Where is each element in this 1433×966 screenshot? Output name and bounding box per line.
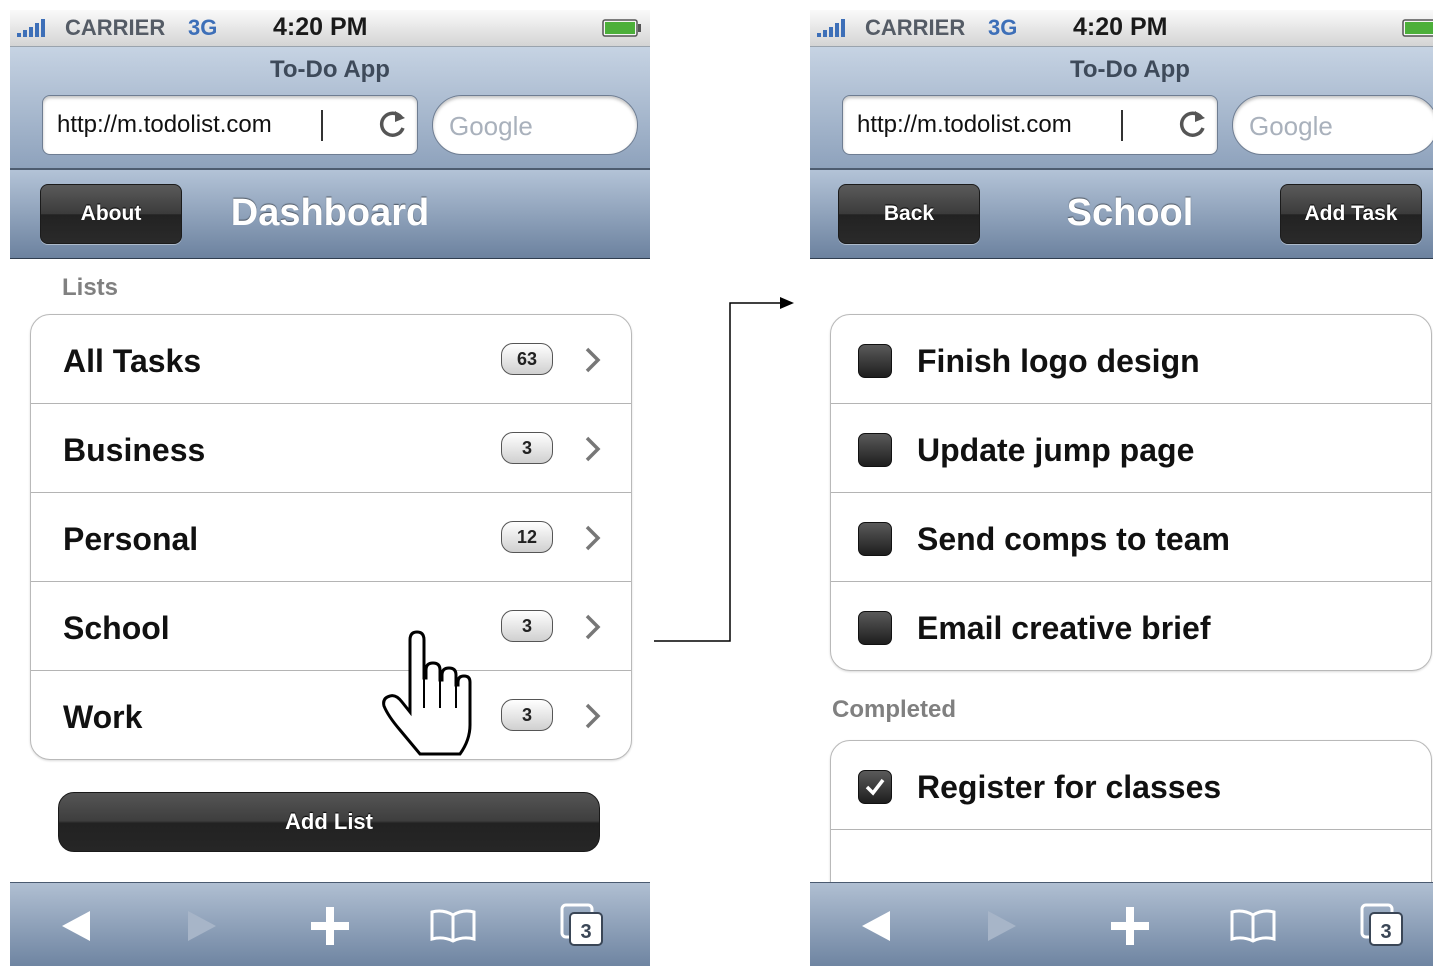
status-bar: CARRIER 3G 4:20 PM bbox=[810, 10, 1433, 47]
add-task-button[interactable]: Add Task bbox=[1280, 184, 1422, 244]
checkbox-unchecked[interactable] bbox=[858, 433, 892, 467]
network-label: 3G bbox=[988, 15, 1018, 40]
task-row[interactable]: Email creative brief bbox=[831, 582, 1431, 670]
chevron-right-icon bbox=[585, 347, 601, 373]
count-badge: 3 bbox=[501, 432, 553, 464]
list-item-school[interactable]: School 3 bbox=[31, 582, 631, 671]
chevron-right-icon bbox=[585, 614, 601, 640]
reload-icon[interactable] bbox=[375, 108, 409, 142]
page-title: To-Do App bbox=[1070, 56, 1190, 83]
signal-icon bbox=[817, 19, 845, 37]
browser-chrome: To-Do App http://m.todolist.com Google bbox=[10, 47, 650, 170]
list-item-label: All Tasks bbox=[63, 343, 202, 379]
transition-arrow bbox=[654, 297, 794, 642]
completed-section-label: Completed bbox=[832, 696, 957, 723]
tasks-group: Finish logo design Update jump page Send… bbox=[830, 314, 1432, 671]
browser-toolbar: 3 bbox=[10, 882, 650, 966]
signal-icon bbox=[17, 19, 45, 37]
search-field[interactable]: Google bbox=[432, 95, 638, 155]
list-item-work[interactable]: Work 3 bbox=[31, 671, 631, 759]
bookmarks-icon[interactable] bbox=[428, 901, 478, 951]
task-row[interactable]: Update jump page bbox=[831, 404, 1431, 493]
page-title: To-Do App bbox=[270, 56, 390, 83]
browser-toolbar: 3 bbox=[810, 882, 1433, 966]
task-label: Update jump page bbox=[917, 432, 1195, 468]
add-icon[interactable] bbox=[1105, 901, 1155, 951]
bookmarks-icon[interactable] bbox=[1228, 901, 1278, 951]
url-text: http://m.todolist.com bbox=[857, 111, 1072, 138]
hand-pointer-icon bbox=[382, 630, 472, 756]
chevron-right-icon bbox=[585, 703, 601, 729]
task-label: Email creative brief bbox=[917, 610, 1211, 646]
school-screen: CARRIER 3G 4:20 PM To-Do App http://m.to… bbox=[810, 10, 1433, 966]
checkbox-unchecked[interactable] bbox=[858, 344, 892, 378]
count-badge: 12 bbox=[501, 521, 553, 553]
battery-icon bbox=[1402, 19, 1433, 37]
pages-count: 3 bbox=[1380, 921, 1391, 943]
count-badge: 3 bbox=[501, 699, 553, 731]
count-badge: 3 bbox=[501, 610, 553, 642]
carrier-label: CARRIER bbox=[865, 15, 966, 40]
add-icon[interactable] bbox=[305, 901, 355, 951]
list-item-label: School bbox=[63, 610, 170, 646]
back-icon[interactable] bbox=[50, 901, 100, 951]
clock: 4:20 PM bbox=[1073, 13, 1168, 41]
nav-title: Dashboard bbox=[10, 192, 650, 235]
network-label: 3G bbox=[188, 15, 218, 40]
checkbox-checked[interactable] bbox=[858, 770, 892, 804]
forward-icon[interactable] bbox=[178, 901, 228, 951]
clock: 4:20 PM bbox=[273, 13, 368, 41]
text-cursor bbox=[1121, 110, 1123, 141]
task-row[interactable]: Send comps to team bbox=[831, 493, 1431, 582]
search-placeholder: Google bbox=[1249, 111, 1333, 141]
search-field[interactable]: Google bbox=[1232, 95, 1433, 155]
dashboard-screen: CARRIER 3G 4:20 PM To-Do App http://m.to… bbox=[10, 10, 650, 966]
count-badge: 63 bbox=[501, 343, 553, 375]
search-placeholder: Google bbox=[449, 111, 533, 141]
nav-bar: Back School Add Task bbox=[810, 170, 1433, 259]
list-item-label: Personal bbox=[63, 521, 199, 557]
chevron-right-icon bbox=[585, 525, 601, 551]
list-item-business[interactable]: Business 3 bbox=[31, 404, 631, 493]
url-text: http://m.todolist.com bbox=[57, 111, 272, 138]
status-bar: CARRIER 3G 4:20 PM bbox=[10, 10, 650, 47]
chevron-right-icon bbox=[585, 436, 601, 462]
pages-icon[interactable]: 3 bbox=[558, 901, 608, 951]
lists-section-label: Lists bbox=[62, 274, 119, 301]
forward-icon[interactable] bbox=[978, 901, 1028, 951]
browser-chrome: To-Do App http://m.todolist.com Google bbox=[810, 47, 1433, 170]
pages-icon[interactable]: 3 bbox=[1358, 901, 1408, 951]
checkbox-unchecked[interactable] bbox=[858, 522, 892, 556]
reload-icon[interactable] bbox=[1175, 108, 1209, 142]
carrier-label: CARRIER bbox=[65, 15, 166, 40]
list-item-personal[interactable]: Personal 12 bbox=[31, 493, 631, 582]
nav-title-text: Dashboard bbox=[230, 192, 430, 234]
checkmark-icon bbox=[865, 778, 885, 796]
lists-group: All Tasks 63 Business 3 Personal 12 Scho… bbox=[30, 314, 632, 760]
url-field[interactable]: http://m.todolist.com bbox=[42, 95, 418, 155]
battery-icon bbox=[602, 19, 641, 37]
task-row[interactable]: Finish logo design bbox=[831, 315, 1431, 404]
task-label: Finish logo design bbox=[917, 343, 1200, 379]
text-cursor bbox=[321, 110, 323, 141]
list-item-all-tasks[interactable]: All Tasks 63 bbox=[31, 315, 631, 404]
checkbox-unchecked[interactable] bbox=[858, 611, 892, 645]
task-row-completed[interactable]: Register for classes bbox=[831, 741, 1431, 830]
nav-bar: About Dashboard bbox=[10, 170, 650, 259]
back-icon[interactable] bbox=[850, 901, 900, 951]
list-item-label: Business bbox=[63, 432, 206, 468]
url-field[interactable]: http://m.todolist.com bbox=[842, 95, 1218, 155]
pages-count: 3 bbox=[580, 921, 591, 943]
task-label: Send comps to team bbox=[917, 521, 1230, 557]
task-label: Register for classes bbox=[917, 769, 1222, 805]
add-list-button[interactable]: Add List bbox=[58, 792, 600, 852]
list-item-label: Work bbox=[63, 699, 143, 735]
